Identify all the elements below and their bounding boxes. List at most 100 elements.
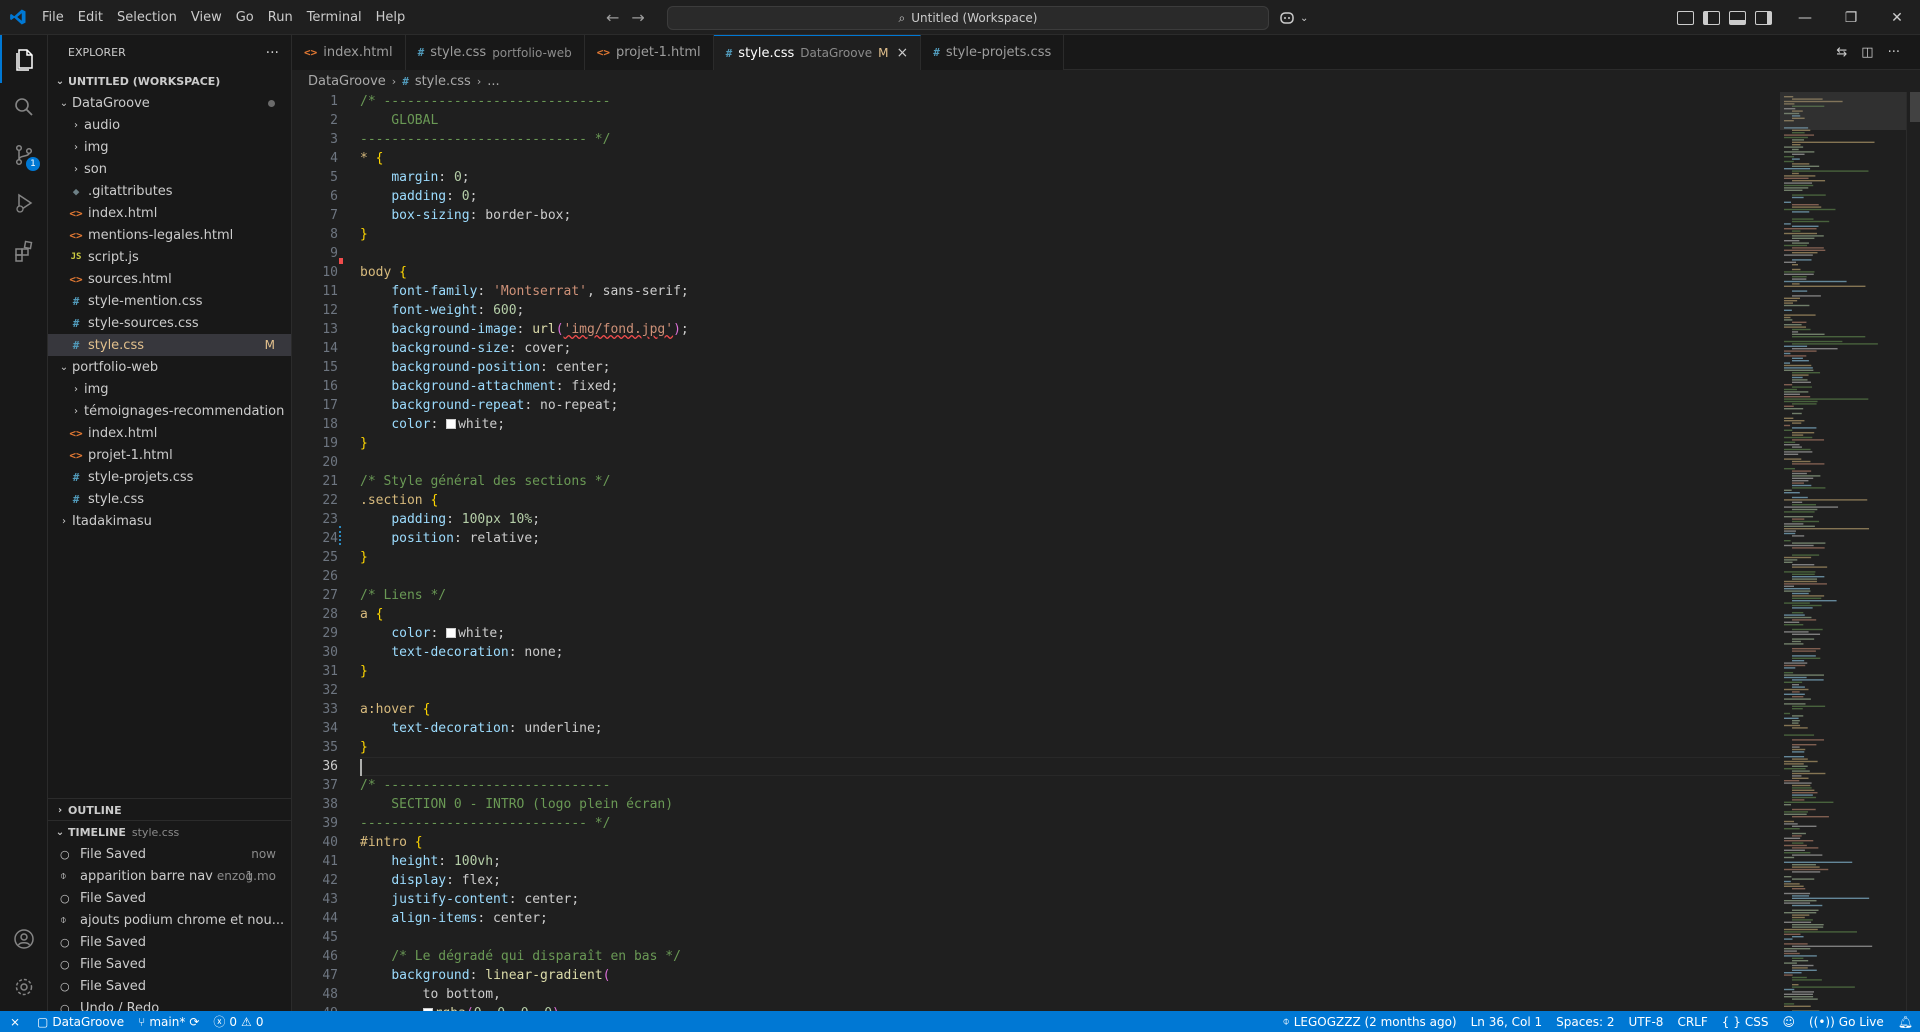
close-window-icon[interactable]: ✕ — [1874, 0, 1920, 35]
branch-indicator[interactable]: ⑂ main* ⟳ — [131, 1011, 206, 1032]
breadcrumb-folder[interactable]: DataGroove — [308, 74, 386, 89]
code-line[interactable]: padding: 100px 10%; — [360, 510, 1780, 529]
code-line[interactable]: body { — [360, 263, 1780, 282]
indentation[interactable]: Spaces: 2 — [1549, 1011, 1621, 1032]
code-line[interactable]: background-position: center; — [360, 358, 1780, 377]
more-actions-icon[interactable]: ··· — [1888, 45, 1900, 60]
notifications-bell-icon[interactable]: 🔔︎ — [1891, 1011, 1920, 1032]
code-line[interactable]: } — [360, 225, 1780, 244]
menu-item-view[interactable]: View — [184, 0, 229, 35]
code-line[interactable] — [360, 453, 1780, 472]
code-line[interactable] — [360, 757, 1780, 776]
code-line[interactable]: height: 100vh; — [360, 852, 1780, 871]
timeline-item[interactable]: ○ Undo / Redo — [48, 997, 291, 1012]
explorer-icon[interactable] — [0, 35, 48, 83]
search-icon[interactable] — [0, 83, 48, 131]
code-line[interactable]: background-size: cover; — [360, 339, 1780, 358]
code-line[interactable]: } — [360, 548, 1780, 567]
editor-tab[interactable]: # style.css DataGroove M × — [713, 35, 922, 70]
code-line[interactable]: font-weight: 600; — [360, 301, 1780, 320]
code-line[interactable]: /* Liens */ — [360, 586, 1780, 605]
tree-item[interactable]: # style-sources.css — [48, 312, 291, 334]
end-of-line[interactable]: CRLF — [1670, 1011, 1714, 1032]
code-line[interactable]: padding: 0; — [360, 187, 1780, 206]
problems-indicator[interactable]: ⓧ 0 ⚠ 0 — [206, 1011, 270, 1032]
split-editor-icon[interactable]: ◫ — [1861, 45, 1873, 60]
breadcrumb-symbol[interactable]: ... — [487, 74, 499, 89]
settings-gear-icon[interactable] — [0, 963, 48, 1011]
code-line[interactable]: /* Style général des sections */ — [360, 472, 1780, 491]
color-swatch-icon[interactable] — [446, 628, 457, 638]
menu-item-file[interactable]: File — [35, 0, 71, 35]
code-line[interactable]: #intro { — [360, 833, 1780, 852]
open-changes-icon[interactable]: ⇆ — [1836, 45, 1847, 60]
code-line[interactable]: GLOBAL — [360, 111, 1780, 130]
tree-item[interactable]: <> sources.html — [48, 268, 291, 290]
code-line[interactable]: to bottom, — [360, 985, 1780, 1004]
tree-item[interactable]: ◆ .gitattributes — [48, 180, 291, 202]
code-line[interactable]: color: white; — [360, 624, 1780, 643]
remote-indicator-icon[interactable]: ⨯ — [0, 1011, 30, 1032]
accounts-icon[interactable] — [0, 915, 48, 963]
source-control-icon[interactable]: 1 — [0, 131, 48, 179]
code-line[interactable] — [360, 681, 1780, 700]
toggle-primary-sidebar-icon[interactable] — [1703, 10, 1720, 25]
tree-item[interactable]: › son — [48, 158, 291, 180]
menu-item-terminal[interactable]: Terminal — [300, 0, 369, 35]
code-line[interactable]: color: white; — [360, 415, 1780, 434]
language-mode[interactable]: { } CSS — [1715, 1011, 1776, 1032]
restore-icon[interactable]: ❐ — [1828, 0, 1874, 35]
code-line[interactable]: text-decoration: underline; — [360, 719, 1780, 738]
vertical-scrollbar[interactable] — [1906, 92, 1920, 1011]
code-line[interactable] — [360, 244, 1780, 263]
code-line[interactable]: /* Le dégradé qui disparaît en bas */ — [360, 947, 1780, 966]
code-line[interactable]: .section { — [360, 491, 1780, 510]
timeline-item[interactable]: ○ File Saved — [48, 975, 291, 997]
code-line[interactable]: /* ----------------------------- — [360, 92, 1780, 111]
editor-tab[interactable]: # style-projets.css — [921, 35, 1065, 70]
tree-item[interactable]: › img — [48, 378, 291, 400]
run-debug-icon[interactable] — [0, 179, 48, 227]
more-actions-icon[interactable]: ··· — [266, 45, 279, 61]
timeline-item[interactable]: ○ File Saved — [48, 931, 291, 953]
timeline-item[interactable]: ○ File Saved now — [48, 843, 291, 865]
menu-item-edit[interactable]: Edit — [71, 0, 110, 35]
code-line[interactable] — [360, 928, 1780, 947]
code-line[interactable]: SECTION 0 - INTRO (logo plein écran) — [360, 795, 1780, 814]
minimize-icon[interactable]: — — [1782, 0, 1828, 35]
encoding[interactable]: UTF-8 — [1621, 1011, 1670, 1032]
menu-item-help[interactable]: Help — [369, 0, 413, 35]
breadcrumb-file[interactable]: style.css — [415, 74, 471, 89]
tree-item[interactable]: # style-mention.css — [48, 290, 291, 312]
code-editor[interactable]: 1 2 3 4 5 6 7 8 9 10 11 12 13 14 15 16 17 18 19 20 21 22 23 24 2… — [292, 92, 1920, 1011]
menu-item-selection[interactable]: Selection — [110, 0, 184, 35]
editor-tab[interactable]: <> index.html — [292, 35, 406, 70]
tree-item[interactable]: <> mentions-legales.html — [48, 224, 291, 246]
code-line[interactable]: a { — [360, 605, 1780, 624]
tree-item[interactable]: › témoignages-recommendation — [48, 400, 291, 422]
code-line[interactable]: background: linear-gradient( — [360, 966, 1780, 985]
editor-tab[interactable]: <> projet-1.html — [584, 35, 714, 70]
close-tab-icon[interactable]: × — [896, 45, 908, 61]
go-live-button[interactable]: ((•)) Go Live — [1802, 1011, 1891, 1032]
code-content[interactable]: /* ----------------------------- GLOBAL -… — [360, 92, 1780, 1011]
cursor-position[interactable]: Ln 36, Col 1 — [1464, 1011, 1550, 1032]
editor-tab[interactable]: # style.css portfolio-web — [405, 35, 585, 70]
code-line[interactable]: background-repeat: no-repeat; — [360, 396, 1780, 415]
code-line[interactable]: rgba(0, 0, 0, 0), — [360, 1004, 1780, 1011]
tree-item[interactable]: <> index.html — [48, 202, 291, 224]
code-line[interactable]: ----------------------------- */ — [360, 814, 1780, 833]
code-line[interactable]: box-sizing: border-box; — [360, 206, 1780, 225]
toggle-panel-icon[interactable] — [1729, 10, 1746, 25]
timeline-section-header[interactable]: ⌄ TIMELINE style.css — [48, 821, 291, 843]
code-line[interactable]: a:hover { — [360, 700, 1780, 719]
customize-layout-icon[interactable] — [1677, 10, 1694, 25]
code-line[interactable]: background-image: url('img/fond.jpg'); — [360, 320, 1780, 339]
code-line[interactable]: * { — [360, 149, 1780, 168]
code-line[interactable]: } — [360, 738, 1780, 757]
code-line[interactable]: font-family: 'Montserrat', sans-serif; — [360, 282, 1780, 301]
command-center-search[interactable]: ⌕ Untitled (Workspace) — [667, 6, 1269, 30]
timeline-item[interactable]: ○ File Saved — [48, 953, 291, 975]
menu-item-go[interactable]: Go — [229, 0, 261, 35]
code-line[interactable]: align-items: center; — [360, 909, 1780, 928]
